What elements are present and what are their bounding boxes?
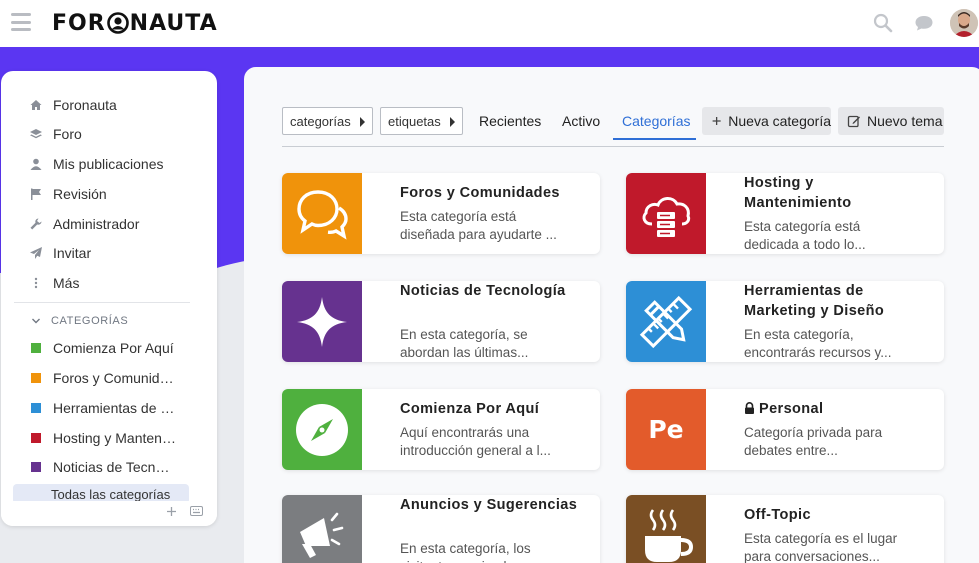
compass-icon xyxy=(296,403,348,456)
avatar-image xyxy=(950,9,978,37)
coffee-cup-icon xyxy=(645,508,694,562)
category-thumb xyxy=(626,495,706,563)
category-thumb xyxy=(282,389,362,470)
tab-categorias[interactable]: Categorías xyxy=(622,113,690,129)
sidebar-category-hosting[interactable]: Hosting y Mantenimiento xyxy=(1,425,217,451)
logo-person-icon xyxy=(106,12,129,34)
sidebar-category-noticias[interactable]: Noticias de Tecnología xyxy=(1,454,217,480)
new-topic-button[interactable]: Nuevo tema xyxy=(838,107,944,135)
site-logo[interactable]: FOR NAUTA xyxy=(52,9,218,37)
chat-icon[interactable] xyxy=(913,12,935,34)
category-card-noticias[interactable]: Noticias de Tecnología En esta categoría… xyxy=(282,281,600,362)
caret-right-icon xyxy=(450,117,455,127)
flag-icon xyxy=(31,188,41,200)
category-thumb xyxy=(282,281,362,362)
main-panel: categorías etiquetas Recientes Activo Ca… xyxy=(244,67,979,563)
category-card-anuncios[interactable]: Anuncios y Sugerencias En esta categoría… xyxy=(282,495,600,563)
categories-dropdown[interactable]: categorías xyxy=(282,107,373,135)
sidebar-item-foronauta[interactable]: Foronauta xyxy=(1,91,217,119)
sidebar-item-foro[interactable]: Foro xyxy=(1,120,217,148)
cloud-server-icon xyxy=(642,196,691,237)
category-color-swatch xyxy=(31,433,41,443)
tab-recientes[interactable]: Recientes xyxy=(479,113,541,129)
sidebar-item-mas[interactable]: Más xyxy=(1,269,217,297)
layers-icon xyxy=(30,129,42,139)
edit-icon xyxy=(847,115,860,128)
wrench-icon xyxy=(30,218,42,230)
category-card-hosting[interactable]: Hosting y Mantenimiento Esta categoría e… xyxy=(626,173,944,254)
sidebar-item-revision[interactable]: Revisión xyxy=(1,180,217,208)
keyboard-icon[interactable] xyxy=(190,506,203,516)
paper-plane-icon xyxy=(30,247,42,259)
category-thumb: Pe xyxy=(626,389,706,470)
chat-bubbles-icon xyxy=(297,189,348,240)
category-thumb xyxy=(626,173,706,254)
category-color-swatch xyxy=(31,373,41,383)
sidebar-item-mis-publicaciones[interactable]: Mis publicaciones xyxy=(1,150,217,178)
category-thumb xyxy=(626,281,706,362)
active-tab-indicator xyxy=(613,138,696,140)
category-color-swatch xyxy=(31,403,41,413)
sidebar-divider xyxy=(14,302,190,303)
category-color-swatch xyxy=(31,462,41,472)
sparkle-icon xyxy=(297,296,347,347)
add-icon[interactable] xyxy=(166,506,177,517)
category-thumb xyxy=(282,173,362,254)
sidebar-category-herramientas[interactable]: Herramientas de Marketing y Diseño xyxy=(1,395,217,421)
sidebar-item-invitar[interactable]: Invitar xyxy=(1,239,217,267)
navigation-toolbar: categorías etiquetas Recientes Activo Ca… xyxy=(282,107,944,147)
megaphone-icon xyxy=(300,512,344,558)
category-card-foros[interactable]: Foros y Comunidades Esta categoría está … xyxy=(282,173,600,254)
home-icon xyxy=(30,100,42,110)
category-badge-text: Pe xyxy=(648,415,684,444)
category-card-personal[interactable]: Pe Personal Categoría privada para debat… xyxy=(626,389,944,470)
search-icon[interactable] xyxy=(872,12,894,34)
category-card-off-topic[interactable]: Off-Topic Esta categoría es el lugar par… xyxy=(626,495,944,563)
category-color-swatch xyxy=(31,343,41,353)
new-category-button[interactable]: Nueva categoría xyxy=(702,107,831,135)
caret-right-icon xyxy=(360,117,365,127)
vertical-dots-icon xyxy=(34,277,38,289)
categories-section-toggle[interactable]: CATEGORÍAS xyxy=(31,315,128,327)
top-header: FOR NAUTA xyxy=(0,0,979,47)
category-card-comienza[interactable]: Comienza Por Aquí Aquí encontrarás una i… xyxy=(282,389,600,470)
menu-icon[interactable] xyxy=(11,13,31,31)
sidebar: Foronauta Foro Mis publicaciones Revisió… xyxy=(1,71,217,526)
tags-dropdown[interactable]: etiquetas xyxy=(380,107,463,135)
sidebar-category-comienza[interactable]: Comienza Por Aquí xyxy=(1,335,217,361)
sidebar-category-foros[interactable]: Foros y Comunidades xyxy=(1,365,217,391)
user-icon xyxy=(30,158,42,170)
tab-activo[interactable]: Activo xyxy=(562,113,600,129)
category-thumb xyxy=(282,495,362,563)
category-card-herramientas[interactable]: Herramientas de Marketing y Diseño En es… xyxy=(626,281,944,362)
user-avatar[interactable] xyxy=(950,9,978,37)
chevron-down-icon xyxy=(32,318,40,324)
plus-icon xyxy=(712,116,721,126)
card-title-personal: Personal xyxy=(744,399,924,419)
sidebar-item-administrador[interactable]: Administrador xyxy=(1,210,217,238)
ruler-pencil-icon xyxy=(639,295,693,348)
sidebar-footer xyxy=(1,501,217,526)
lock-icon xyxy=(745,402,754,414)
